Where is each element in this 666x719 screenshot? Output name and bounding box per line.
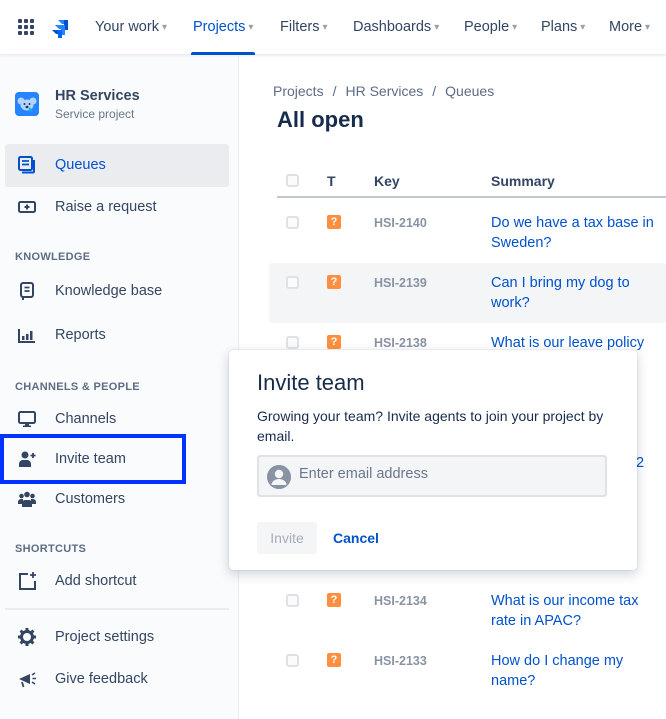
sidebar-item-label: Project settings bbox=[55, 629, 155, 645]
issue-key[interactable]: HSI-2134 bbox=[374, 594, 427, 608]
issue-key[interactable]: HSI-2140 bbox=[374, 216, 427, 230]
nav-plans[interactable]: Plans ▾ bbox=[541, 0, 585, 55]
sidebar-item-queues[interactable]: Queues bbox=[5, 144, 229, 187]
nav-filters[interactable]: Filters ▾ bbox=[280, 0, 328, 55]
table-header-divider bbox=[277, 196, 666, 198]
cancel-button[interactable]: Cancel bbox=[333, 522, 379, 554]
sidebar-item-label: Add shortcut bbox=[55, 573, 137, 589]
nav-people[interactable]: People ▾ bbox=[464, 0, 517, 55]
section-shortcuts: SHORTCUTS bbox=[15, 543, 87, 555]
nav-more[interactable]: More ▾ bbox=[609, 0, 650, 55]
email-input[interactable] bbox=[299, 466, 589, 482]
question-type-icon: ? bbox=[327, 335, 341, 349]
customers-icon bbox=[18, 491, 36, 507]
annotation-highlight-box bbox=[0, 434, 186, 484]
row-checkbox[interactable] bbox=[286, 594, 299, 607]
user-avatar-icon bbox=[267, 465, 291, 489]
chevron-down-icon: ▾ bbox=[645, 22, 651, 33]
sidebar-item-give-feedback[interactable]: Give feedback bbox=[5, 658, 229, 701]
nav-label: Filters bbox=[280, 19, 320, 35]
nav-your-work[interactable]: Your work ▾ bbox=[95, 0, 167, 55]
question-type-icon: ? bbox=[327, 593, 341, 607]
invite-button[interactable]: Invite bbox=[257, 522, 317, 554]
issue-summary-link[interactable]: How do I change my name? bbox=[491, 651, 641, 691]
question-type-icon: ? bbox=[327, 215, 341, 229]
breadcrumb-separator: / bbox=[332, 83, 337, 99]
section-channels-people: CHANNELS & PEOPLE bbox=[15, 381, 140, 393]
partial-summary-text[interactable]: 2 bbox=[636, 453, 656, 473]
nav-label: More bbox=[609, 19, 643, 35]
email-field[interactable] bbox=[257, 455, 607, 497]
invite-team-dialog: Invite team Growing your team? Invite ag… bbox=[229, 350, 637, 570]
sidebar-item-customers[interactable]: Customers bbox=[5, 478, 229, 521]
dialog-title: Invite team bbox=[257, 370, 365, 395]
breadcrumb-projects[interactable]: Projects bbox=[273, 83, 324, 99]
sidebar-item-raise-request[interactable]: Raise a request bbox=[5, 186, 229, 229]
breadcrumb-hr-services[interactable]: HR Services bbox=[345, 83, 423, 99]
queues-icon bbox=[18, 156, 35, 174]
sidebar-item-label: Queues bbox=[55, 157, 106, 173]
column-header-key[interactable]: Key bbox=[374, 173, 400, 189]
sidebar-item-knowledge-base[interactable]: Knowledge base bbox=[5, 270, 229, 313]
page-title: All open bbox=[277, 107, 364, 132]
row-checkbox[interactable] bbox=[286, 336, 299, 349]
chevron-down-icon: ▾ bbox=[322, 22, 328, 33]
sidebar-item-label: Raise a request bbox=[55, 199, 157, 215]
select-all-checkbox[interactable] bbox=[286, 174, 299, 187]
top-navigation: Your work ▾ Projects ▾ Filters ▾ Dashboards… bbox=[0, 0, 666, 55]
nav-label: People bbox=[464, 19, 510, 35]
jira-logo-icon[interactable] bbox=[50, 16, 70, 38]
sidebar-item-label: Reports bbox=[55, 327, 106, 343]
channels-icon bbox=[18, 411, 36, 427]
nav-label: Dashboards bbox=[353, 19, 432, 35]
nav-dashboards[interactable]: Dashboards ▾ bbox=[353, 0, 439, 55]
issue-summary-link[interactable]: Do we have a tax base in Sweden? bbox=[491, 213, 661, 253]
gear-icon bbox=[18, 628, 36, 646]
sidebar-item-project-settings[interactable]: Project settings bbox=[5, 616, 229, 659]
sidebar-item-label: Customers bbox=[55, 491, 126, 507]
nav-label: Projects bbox=[193, 19, 246, 35]
breadcrumb-queues[interactable]: Queues bbox=[445, 83, 494, 99]
issue-summary-link[interactable]: Can I bring my dog to work? bbox=[491, 273, 651, 313]
raise-request-icon bbox=[18, 201, 36, 213]
row-checkbox[interactable] bbox=[286, 216, 299, 229]
issue-key[interactable]: HSI-2139 bbox=[374, 276, 427, 290]
breadcrumb-separator: / bbox=[432, 83, 437, 99]
project-type: Service project bbox=[55, 107, 135, 121]
sidebar-item-reports[interactable]: Reports bbox=[5, 314, 229, 357]
row-checkbox[interactable] bbox=[286, 276, 299, 289]
add-shortcut-icon bbox=[19, 572, 36, 590]
dialog-description: Growing your team? Invite agents to join… bbox=[257, 408, 604, 444]
row-checkbox[interactable] bbox=[286, 654, 299, 667]
breadcrumb: Projects / HR Services / Queues bbox=[273, 83, 494, 99]
chevron-down-icon: ▾ bbox=[580, 22, 586, 33]
nav-projects[interactable]: Projects ▾ bbox=[190, 0, 256, 55]
issue-key[interactable]: HSI-2133 bbox=[374, 654, 427, 668]
chevron-down-icon: ▾ bbox=[512, 22, 518, 33]
sidebar-item-label: Give feedback bbox=[55, 671, 148, 687]
issue-key[interactable]: HSI-2138 bbox=[374, 336, 427, 350]
megaphone-icon bbox=[19, 672, 36, 688]
column-header-type[interactable]: T bbox=[327, 173, 336, 189]
chevron-down-icon: ▾ bbox=[434, 22, 440, 33]
sidebar-item-add-shortcut[interactable]: Add shortcut bbox=[5, 560, 229, 603]
nav-label: Your work bbox=[95, 19, 159, 35]
question-type-icon: ? bbox=[327, 275, 341, 289]
issue-summary-link[interactable]: What is our income tax rate in APAC? bbox=[491, 591, 651, 631]
sidebar-item-label: Knowledge base bbox=[55, 283, 163, 299]
nav-label: Plans bbox=[541, 19, 578, 35]
project-avatar[interactable] bbox=[15, 92, 39, 116]
sidebar-item-label: Channels bbox=[55, 411, 117, 427]
app-switcher-icon[interactable] bbox=[18, 19, 34, 35]
section-knowledge: KNOWLEDGE bbox=[15, 251, 91, 263]
chevron-down-icon: ▾ bbox=[248, 22, 254, 33]
question-type-icon: ? bbox=[327, 653, 341, 667]
sidebar-divider bbox=[5, 608, 229, 610]
project-name: HR Services bbox=[55, 88, 140, 104]
column-header-summary[interactable]: Summary bbox=[491, 173, 555, 189]
reports-icon bbox=[18, 329, 35, 343]
chevron-down-icon: ▾ bbox=[161, 22, 167, 33]
knowledge-base-icon bbox=[20, 282, 34, 300]
